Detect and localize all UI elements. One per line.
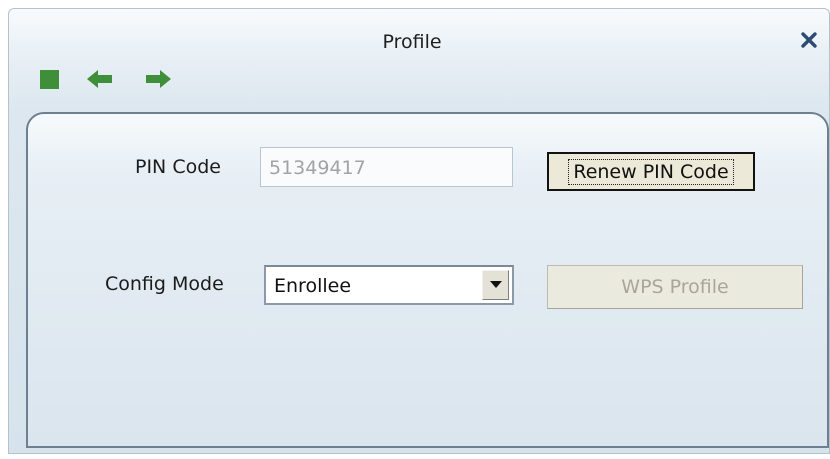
dropdown-button[interactable] — [482, 270, 509, 300]
renew-pin-code-button[interactable]: Renew PIN Code — [547, 152, 755, 191]
stop-icon — [40, 70, 59, 89]
close-icon — [801, 32, 817, 48]
pin-code-label: PIN Code — [135, 156, 221, 178]
window-title: Profile — [382, 31, 442, 53]
forward-button[interactable] — [143, 67, 173, 91]
stop-button[interactable] — [39, 67, 63, 91]
config-mode-select[interactable]: Enrollee — [264, 265, 514, 305]
forward-arrow-icon — [146, 70, 171, 88]
chevron-down-icon — [489, 281, 502, 288]
back-button[interactable] — [85, 67, 115, 91]
back-arrow-icon — [87, 70, 112, 88]
config-mode-label: Config Mode — [105, 273, 224, 295]
close-button[interactable] — [794, 25, 824, 55]
config-mode-value: Enrollee — [274, 275, 352, 297]
profile-dialog: Profile PIN Code 51349417 Renew PIN Code… — [8, 8, 830, 454]
renew-pin-code-label: Renew PIN Code — [568, 158, 734, 185]
wps-profile-button[interactable]: WPS Profile — [547, 265, 803, 309]
pin-code-field: 51349417 — [260, 147, 513, 187]
